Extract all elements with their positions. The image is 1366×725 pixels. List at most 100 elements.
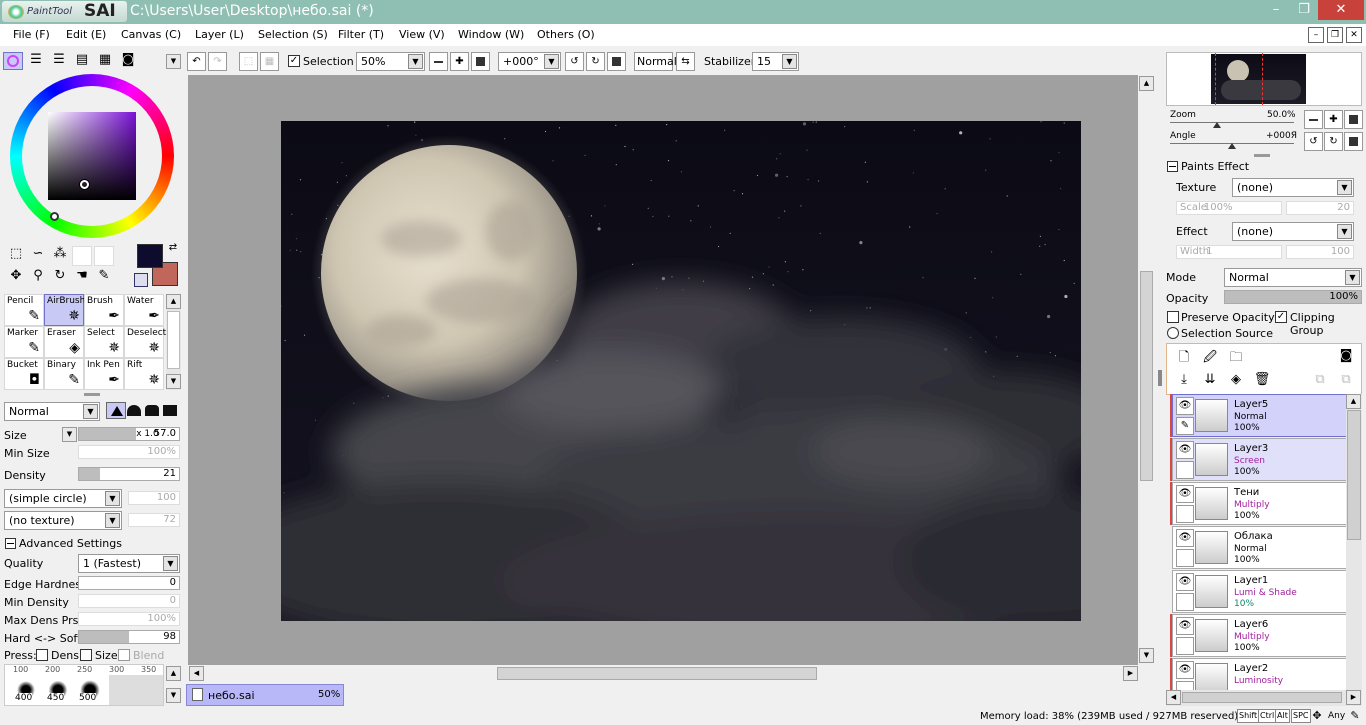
texture-select[interactable]: (none) ▼ xyxy=(1232,178,1354,197)
panel-splitter[interactable] xyxy=(84,393,100,396)
tool-select[interactable]: Select ✵ xyxy=(84,326,124,358)
tool-deselect[interactable]: Deselect ✵ xyxy=(124,326,166,358)
brush-shape-slider[interactable]: 100 xyxy=(128,491,180,505)
size-palette-scroll-up[interactable]: ▲ xyxy=(166,666,181,681)
brush-tip-flat-icon[interactable] xyxy=(163,405,177,416)
menu-filter[interactable]: Filter (T) xyxy=(338,28,384,41)
view-blend-select[interactable]: Normal xyxy=(634,52,677,71)
add-mask-icon[interactable]: ⧉ xyxy=(1311,372,1329,390)
layer-lock-box[interactable] xyxy=(1176,461,1194,479)
brush-shape-select[interactable]: (simple circle) ▼ xyxy=(4,489,122,508)
zoom-select[interactable]: 50% ▼ xyxy=(356,52,425,71)
saturation-value-square[interactable] xyxy=(48,112,136,200)
document-tab[interactable]: небо.sai 50% xyxy=(186,684,344,706)
quality-select[interactable]: 1 (Fastest) ▼ xyxy=(78,554,180,573)
layer-lock-box[interactable] xyxy=(1176,549,1194,567)
layer-lock-box[interactable] xyxy=(1176,593,1194,611)
menu-layer[interactable]: Layer (L) xyxy=(195,28,244,41)
selection-checkbox[interactable]: ✓ xyxy=(288,55,300,67)
rotation-select[interactable]: +000° ▼ xyxy=(498,52,561,71)
nav-rotate-reset-button[interactable] xyxy=(1344,132,1363,151)
eye-icon[interactable]: 👁 xyxy=(1176,441,1194,459)
size-multiplier-dropdown[interactable]: ▼ xyxy=(62,427,77,442)
zoom-icon[interactable]: ⚲ xyxy=(28,268,48,288)
press-blend-checkbox[interactable] xyxy=(118,649,130,661)
tool-ink-pen[interactable]: Ink Pen ✒ xyxy=(84,358,124,390)
transparent-color-icon[interactable] xyxy=(134,273,148,287)
tool-bucket[interactable]: Bucket ◘ xyxy=(4,358,44,390)
marquee-icon[interactable]: ⬚ xyxy=(6,246,26,266)
rotate-ccw-button[interactable]: ↺ xyxy=(565,52,584,71)
max-dens-slider[interactable]: 100% xyxy=(78,612,180,626)
nav-rotate-ccw-button[interactable]: ↺ xyxy=(1304,132,1323,151)
hand-icon[interactable]: ☚ xyxy=(72,268,92,288)
nav-angle-handle[interactable] xyxy=(1228,143,1236,149)
hsv-slider-mode-icon[interactable]: ☰ xyxy=(50,52,68,70)
scroll-up-button[interactable]: ▲ xyxy=(1346,394,1361,409)
delete-layer-icon[interactable]: 🗑 xyxy=(1253,372,1271,390)
transfer-down-icon[interactable]: ⤓ xyxy=(1175,372,1193,390)
mdi-restore-button[interactable]: ❐ xyxy=(1327,27,1343,43)
zoom-in-button[interactable]: ✚ xyxy=(450,52,469,71)
maximize-button[interactable]: ❐ xyxy=(1290,0,1318,20)
menu-others[interactable]: Others (O) xyxy=(537,28,595,41)
edge-hardness-slider[interactable]: 0 xyxy=(78,576,180,590)
nav-zoom-slider[interactable] xyxy=(1170,122,1294,123)
mdi-close-button[interactable]: ✕ xyxy=(1346,27,1362,43)
selection-source-radio[interactable] xyxy=(1167,327,1179,339)
paints-effect-collapse-button[interactable] xyxy=(1167,161,1178,172)
tool-marker[interactable]: Marker ✎ xyxy=(4,326,44,358)
swap-colors-icon[interactable]: ⇄ xyxy=(166,242,180,256)
layer-list-scrollbar[interactable]: ▲ xyxy=(1346,394,1362,690)
nav-zoom-in-button[interactable]: ✚ xyxy=(1324,110,1343,129)
tool-brush[interactable]: Brush ✒ xyxy=(84,294,124,326)
tool-pencil[interactable]: Pencil ✎ xyxy=(4,294,44,326)
panel-menu-button[interactable]: ▼ xyxy=(166,54,181,69)
layer-row[interactable]: 👁 Облака Normal 100% xyxy=(1172,526,1348,569)
new-folder-icon[interactable]: 🗀 xyxy=(1227,348,1245,366)
scroll-right-button[interactable]: ▶ xyxy=(1346,690,1361,705)
menu-selection[interactable]: Selection (S) xyxy=(258,28,328,41)
new-linework-layer-icon[interactable]: 🖉 xyxy=(1201,348,1219,366)
eyedropper-icon[interactable]: ✎ xyxy=(94,268,114,288)
artwork-canvas[interactable] xyxy=(281,121,1081,621)
scroll-thumb[interactable] xyxy=(1140,271,1153,481)
layer-lock-box[interactable] xyxy=(1176,681,1194,690)
layer-row[interactable]: 👁 ✎ Layer5 Normal 100% xyxy=(1170,394,1348,437)
rotate-icon[interactable]: ↻ xyxy=(50,268,70,288)
apply-mask-icon[interactable]: ⧉ xyxy=(1337,372,1355,390)
size-palette-scroll-down[interactable]: ▼ xyxy=(166,688,181,703)
scroll-up-button[interactable]: ▲ xyxy=(1139,76,1154,91)
density-slider[interactable]: 21 xyxy=(78,467,180,481)
scroll-right-button[interactable]: ▶ xyxy=(1123,666,1138,681)
menu-window[interactable]: Window (W) xyxy=(458,28,524,41)
merge-down-icon[interactable]: ⇊ xyxy=(1201,372,1219,390)
tool-binary[interactable]: Binary ✎ xyxy=(44,358,84,390)
zoom-out-button[interactable] xyxy=(429,52,448,71)
brush-tip-round-icon[interactable] xyxy=(127,405,141,416)
layer-row[interactable]: 👁 Layer1 Lumi & Shade 10% xyxy=(1172,570,1348,613)
canvas-viewport[interactable]: ▲ ▼ ◀ ▶ xyxy=(188,75,1155,682)
press-size-checkbox[interactable] xyxy=(80,649,92,661)
preserve-opacity-checkbox[interactable] xyxy=(1167,311,1179,323)
texture-strength-slider[interactable]: 20 xyxy=(1286,201,1354,215)
effect-strength-slider[interactable]: 100 xyxy=(1286,245,1354,259)
move-icon[interactable]: ✥ xyxy=(6,268,26,288)
layer-lock-box[interactable] xyxy=(1176,505,1194,523)
hard-soft-slider[interactable]: 98 xyxy=(78,630,180,644)
minimize-button[interactable]: – xyxy=(1262,0,1290,20)
menu-canvas[interactable]: Canvas (C) xyxy=(121,28,181,41)
scroll-up-button[interactable]: ▲ xyxy=(166,294,181,309)
lasso-icon[interactable]: ∽ xyxy=(28,246,48,266)
min-size-slider[interactable]: 100% xyxy=(78,445,180,459)
primary-color-swatch[interactable] xyxy=(137,244,163,268)
clipping-group-checkbox[interactable]: ✓ xyxy=(1275,311,1287,323)
layer-row[interactable]: 👁 Layer6 Multiply 100% xyxy=(1170,614,1348,657)
brush-blend-select[interactable]: Normal ▼ xyxy=(4,402,100,421)
tool-airbrush[interactable]: AirBrush ✵ xyxy=(44,294,85,326)
mdi-minimize-button[interactable]: – xyxy=(1308,27,1324,43)
scratchpad-mode-icon[interactable]: ▦ xyxy=(96,52,114,70)
scroll-left-button[interactable]: ◀ xyxy=(189,666,204,681)
rgb-slider-mode-icon[interactable]: ☰ xyxy=(27,52,45,70)
flip-horizontal-button[interactable]: ⇆ xyxy=(676,52,695,71)
